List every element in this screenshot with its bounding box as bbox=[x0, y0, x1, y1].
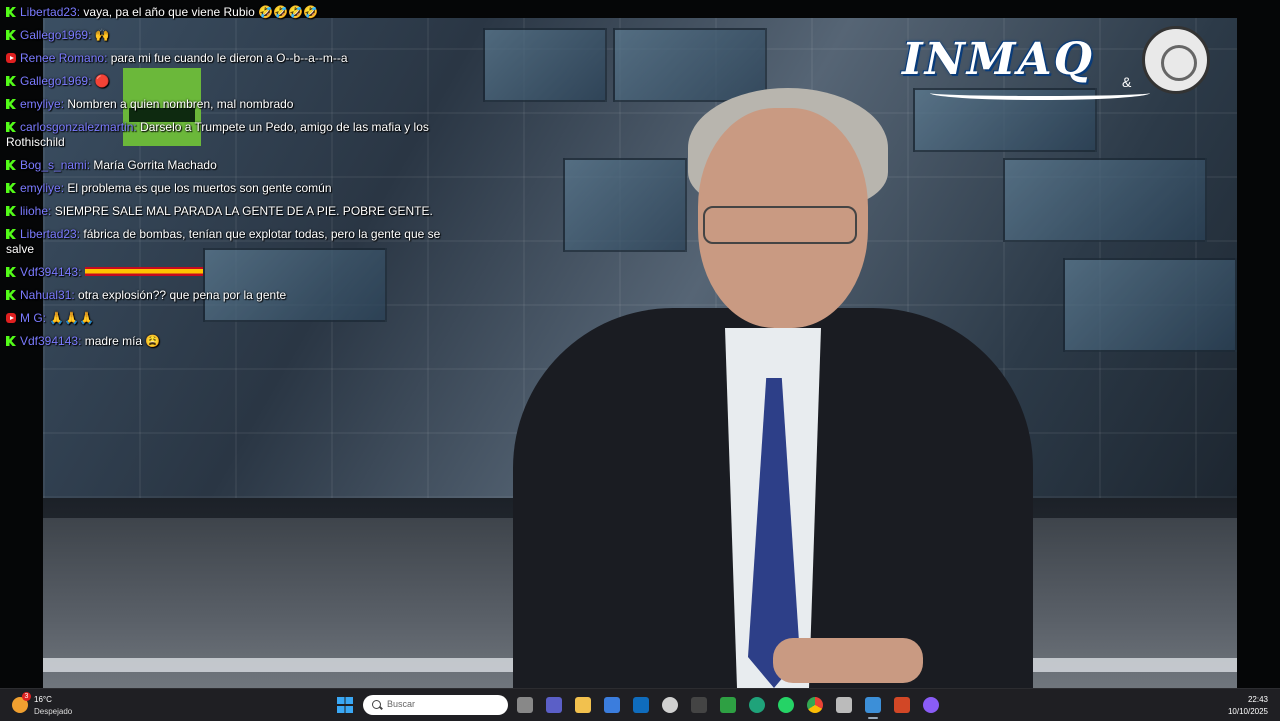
chat-text: María Gorrita Machado bbox=[93, 158, 217, 172]
taskbar: 3 16°C Despejado Buscar 22:43 10/10/2025 bbox=[0, 688, 1280, 721]
search-input[interactable]: Buscar bbox=[363, 695, 508, 715]
teams-icon[interactable] bbox=[546, 697, 562, 713]
chat-username[interactable]: carlosgonzalezmartin bbox=[20, 120, 133, 134]
search-icon bbox=[372, 700, 381, 709]
chat-text: para mi fue cuando le dieron a O--b--a--… bbox=[110, 51, 348, 65]
chat-message: Vdf394143: madre mía 😩 bbox=[6, 334, 466, 349]
kick-icon bbox=[6, 99, 16, 109]
kick-icon bbox=[6, 30, 16, 40]
chat-username[interactable]: Vdf394143 bbox=[20, 265, 78, 279]
chat-username[interactable]: Renee Romano bbox=[20, 51, 104, 65]
store-icon[interactable] bbox=[604, 697, 620, 713]
chat-message: Vdf394143: bbox=[6, 265, 466, 280]
kick-icon bbox=[6, 183, 16, 193]
active-app-indicator bbox=[868, 717, 878, 719]
chat-text: otra explosión?? que pena por la gente bbox=[78, 288, 287, 302]
clipchamp-icon[interactable] bbox=[662, 697, 678, 713]
chat-message: Gallego1969: 🙌 bbox=[6, 28, 466, 43]
spain-flags-emoji bbox=[84, 267, 203, 276]
chat-message: emyliye: Nombren a quien nombren, mal no… bbox=[6, 97, 466, 112]
chat-text: Nombren a quien nombren, mal nombrado bbox=[67, 97, 294, 111]
glasses bbox=[703, 206, 857, 244]
channel-logo: INMAQ & bbox=[900, 26, 1210, 106]
search-placeholder: Buscar bbox=[387, 699, 416, 709]
notification-badge: 3 bbox=[22, 692, 31, 701]
chat-text: 🙏🙏🙏 bbox=[49, 311, 95, 325]
app-icon[interactable] bbox=[691, 697, 707, 713]
chat-text: 🙌 bbox=[94, 28, 110, 42]
chrome-icon[interactable] bbox=[807, 697, 823, 713]
edge-icon[interactable] bbox=[749, 697, 765, 713]
outlook-icon[interactable] bbox=[633, 697, 649, 713]
chat-message: emyliye: El problema es que los muertos … bbox=[6, 181, 466, 196]
chat-message: Renee Romano: para mi fue cuando le dier… bbox=[6, 51, 466, 66]
kick-icon bbox=[6, 160, 16, 170]
chat-username[interactable]: Libertad23 bbox=[20, 227, 77, 241]
system-clock[interactable]: 22:43 10/10/2025 bbox=[1228, 694, 1268, 718]
stream-stage: INMAQ & Libertad23: vaya, pa el año que … bbox=[0, 0, 1280, 688]
kick-icon bbox=[6, 290, 16, 300]
chat-message: liiohe: SIEMPRE SALE MAL PARADA LA GENTE… bbox=[6, 204, 466, 219]
youtube-icon bbox=[6, 313, 16, 323]
kick-icon bbox=[6, 76, 16, 86]
chat-text: 🔴 bbox=[94, 74, 110, 88]
clock-time: 22:43 bbox=[1247, 695, 1268, 704]
task-view-icon[interactable] bbox=[517, 697, 533, 713]
channel-logo-text: INMAQ bbox=[902, 34, 1094, 85]
chat-username[interactable]: Libertad23 bbox=[20, 5, 77, 19]
kick-icon bbox=[6, 229, 16, 239]
chat-text: madre mía 😩 bbox=[84, 334, 161, 348]
chat-username[interactable]: Vdf394143 bbox=[20, 334, 78, 348]
chat-username[interactable]: liiohe bbox=[20, 204, 48, 218]
chat-username[interactable]: Gallego1969 bbox=[20, 28, 88, 42]
chat-username[interactable]: Bog_s_nami bbox=[20, 158, 87, 172]
seal-icon bbox=[1142, 26, 1210, 94]
kick-icon bbox=[6, 267, 16, 277]
chat-username[interactable]: emyliye bbox=[20, 97, 61, 111]
chat-overlay: Libertad23: vaya, pa el año que viene Ru… bbox=[6, 5, 466, 357]
chat-message: Nahual31: otra explosión?? que pena por … bbox=[6, 288, 466, 303]
chat-text: SIEMPRE SALE MAL PARADA LA GENTE DE A PI… bbox=[54, 204, 433, 218]
start-icon[interactable] bbox=[337, 697, 353, 713]
weather-widget[interactable]: 3 16°C Despejado bbox=[12, 692, 92, 719]
chat-message: Libertad23: fábrica de bombas, tenían qu… bbox=[6, 227, 441, 256]
file-explorer-icon[interactable] bbox=[575, 697, 591, 713]
clock-date: 10/10/2025 bbox=[1227, 707, 1268, 716]
chat-username[interactable]: Nahual31 bbox=[20, 288, 71, 302]
weather-description: Despejado bbox=[34, 707, 73, 716]
chat-username[interactable]: Gallego1969 bbox=[20, 74, 88, 88]
chat-message: M G: 🙏🙏🙏 bbox=[6, 311, 466, 326]
kick-icon bbox=[6, 336, 16, 346]
interviewee bbox=[513, 78, 1033, 688]
chat-username[interactable]: M G bbox=[20, 311, 43, 325]
whatsapp-icon[interactable] bbox=[778, 697, 794, 713]
chat-text: El problema es que los muertos son gente… bbox=[67, 181, 332, 195]
weather-temperature: 16°C bbox=[34, 695, 52, 704]
chat-message: Bog_s_nami: María Gorrita Machado bbox=[6, 158, 466, 173]
chat-username[interactable]: emyliye bbox=[20, 181, 61, 195]
kick-icon bbox=[6, 7, 16, 17]
chat-text: vaya, pa el año que viene Rubio 🤣🤣🤣🤣 bbox=[83, 5, 318, 19]
chat-message: carlosgonzalezmartin: Darselo a Trumpete… bbox=[6, 120, 429, 149]
chat-message: Libertad23: vaya, pa el año que viene Ru… bbox=[6, 5, 466, 20]
youtube-icon bbox=[6, 53, 16, 63]
camtasia-icon[interactable] bbox=[720, 697, 736, 713]
chat-message: Gallego1969: 🔴 bbox=[6, 74, 466, 89]
web-app-icon[interactable] bbox=[865, 697, 881, 713]
security-icon[interactable] bbox=[836, 697, 852, 713]
cortana-icon[interactable] bbox=[923, 697, 939, 713]
powerpoint-icon[interactable] bbox=[894, 697, 910, 713]
kick-icon bbox=[6, 122, 16, 132]
kick-icon bbox=[6, 206, 16, 216]
